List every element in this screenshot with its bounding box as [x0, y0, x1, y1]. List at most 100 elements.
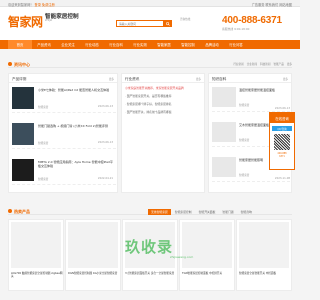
top-right-links[interactable]: 广告服务 联系我们 网站地图	[252, 2, 292, 7]
article-date: 2023-06-13	[97, 105, 113, 108]
list-item[interactable]: 小米家庭智能开关推荐，米家智能家居开关品牌	[125, 86, 184, 90]
nav-item[interactable]: 智能控制	[176, 40, 200, 49]
article-thumbnail[interactable]	[212, 122, 236, 142]
industry-more-link[interactable]: 更多	[196, 77, 201, 81]
article-title[interactable]: 智能门锁选购 + 视频门铃 (小米XX Fold 2)智能评测	[38, 124, 113, 128]
product-name[interactable]: 智能家居全屋智能开关 中控面板	[239, 272, 291, 275]
product-name[interactable]: TGN智能家居控制面板 中控屏开关	[182, 272, 234, 275]
hot-tab[interactable]: 无线智能家居	[148, 209, 171, 215]
product-image[interactable]	[68, 222, 118, 268]
product-name[interactable]: 3寸智能家居面板开关 多合一全屋智能家居	[125, 272, 177, 275]
hot-section-icon	[8, 209, 12, 213]
article-category: 智能家居	[38, 178, 49, 181]
hot-tabs: 无线智能家居 智能家居控制 智能开关面板 智能门锁 智能音响	[148, 209, 255, 215]
article-date: 2023-11-08	[274, 177, 290, 180]
site-logo[interactable]: 智家网	[8, 15, 48, 29]
article-thumbnail[interactable]	[12, 159, 34, 181]
welcome-text: 欢迎来到智家网！ 登录 免费注册	[8, 2, 55, 7]
nav-item[interactable]: 企业关注	[56, 40, 80, 49]
article-category: 智能家居	[38, 142, 49, 145]
login-link[interactable]: 登录	[35, 3, 41, 7]
welcome-label: 欢迎来到智家网！	[8, 2, 34, 7]
article-title[interactable]: 小米E七体验：智能AI/Pad C2 能否智能人机交互体验	[38, 88, 113, 92]
qq-consult-button[interactable]: QQ咨询	[272, 126, 292, 131]
list-item[interactable]: 小米E七体验：智能AI/Pad C2 能否智能人机交互体验 智能家居 2023-06…	[12, 85, 116, 113]
logo-tagline-sub: ZHIJIA	[45, 19, 53, 22]
list-item[interactable]: · 国产智能家居开关，是否有哪些推荐	[125, 94, 172, 98]
article-category: 智能家居	[239, 139, 250, 142]
hot-tab[interactable]: 智能音响	[238, 209, 255, 215]
list-item[interactable]: MMTA 2.0 智能应用指南：Ayla Home 智能中控iPad平板交互体验…	[12, 157, 116, 185]
list-item[interactable]: · 智能家居哪个牌子好，智能家居排名	[125, 102, 172, 106]
article-date: 2023-06-13	[274, 107, 290, 110]
news-section-link[interactable]: 科技新闻	[260, 62, 270, 66]
article-title[interactable]: 智能家居智能照明	[239, 158, 263, 162]
consult-title: 在线咨询	[270, 113, 294, 123]
product-image[interactable]	[239, 222, 289, 268]
hotline-number: 400-888-6371	[222, 15, 282, 26]
news-section-link[interactable]: 企业新闻	[247, 62, 257, 66]
news-section-head: 资讯中心 行业新闻 企业新闻 科技新闻 智能产品 更多	[8, 60, 292, 68]
site-header: 智家网 智能家居控制 ZHIJIA 咨询热线 400-888-6371 客服热线…	[0, 7, 300, 40]
hot-tab[interactable]: 智能门锁	[219, 209, 236, 215]
nav-item[interactable]: 产品资讯	[32, 40, 56, 49]
logo-text: 智家网	[8, 15, 43, 29]
search-input[interactable]	[117, 21, 161, 27]
register-link[interactable]: 免费注册	[42, 3, 55, 7]
article-title[interactable]: 温控智能家居智能温控面板	[239, 88, 275, 92]
top-bar: 欢迎来到智家网！ 登录 免费注册 广告服务 联系我们 网站地图	[0, 0, 300, 7]
search-box	[116, 20, 172, 27]
nav-item[interactable]: 首页	[8, 40, 32, 49]
review-column: 产品评测 更多 小米E七体验：智能AI/Pad C2 能否智能人机交互体验 智能家…	[8, 73, 118, 193]
nav-item[interactable]: 行业百科	[104, 40, 128, 49]
nav-item[interactable]: 行业实测	[128, 40, 152, 49]
product-name[interactable]: DGN智能家居控制器 4G小米全屋智能家居	[68, 272, 120, 275]
article-thumbnail[interactable]	[212, 157, 236, 177]
review-column-head: 产品评测 更多	[9, 74, 117, 83]
nav-item[interactable]: 品牌活动	[200, 40, 224, 49]
knowledge-column-head: 知识百科 更多	[209, 74, 291, 83]
watermark-sub: zhijiawang.com	[170, 255, 194, 259]
product-image[interactable]	[11, 222, 61, 268]
article-thumbnail[interactable]	[12, 87, 34, 109]
watermark-text: 玖收录	[125, 238, 174, 256]
news-section-links: 行业新闻 企业新闻 科技新闻 智能产品 更多	[233, 62, 292, 66]
consult-float-panel: 在线咨询 QQ咨询 400-888 6371	[269, 112, 295, 170]
knowledge-column-title: 知识百科	[212, 76, 227, 81]
hot-section-title: 热卖产品	[14, 208, 30, 214]
list-item[interactable]: · 国产智能开关，排名前十品牌有哪些	[125, 110, 172, 114]
article-thumbnail[interactable]	[212, 87, 236, 107]
product-name[interactable]: LKG700 触摸智能家居全屋控制器 zigbee网关	[11, 272, 63, 279]
nav-item[interactable]: 智能家居	[152, 40, 176, 49]
list-item[interactable]: 温控智能家居智能温控面板 智能家居 2023-06-13	[212, 85, 290, 112]
search-button[interactable]	[163, 20, 172, 27]
industry-column: 行业资讯 更多 小米家庭智能开关推荐，米家智能家居开关品牌 · 国产智能家居开关，…	[121, 73, 205, 193]
news-section-link[interactable]: 更多	[287, 62, 292, 66]
knowledge-more-link[interactable]: 更多	[283, 77, 288, 81]
hot-tab[interactable]: 智能开关面板	[196, 209, 219, 215]
hotline-hours: 客服热线 9:00-18:00	[222, 27, 250, 31]
news-section-icon	[8, 62, 12, 66]
product-card[interactable]: LKG700 触摸智能家居全屋控制器 zigbee网关	[8, 219, 64, 291]
nav-item[interactable]: 行业动态	[80, 40, 104, 49]
article-thumbnail[interactable]	[12, 123, 34, 145]
article-category: 智能家居	[38, 106, 49, 109]
industry-column-title: 行业资讯	[125, 76, 140, 81]
review-column-title: 产品评测	[12, 76, 27, 81]
nav-item[interactable]: 行业问答	[224, 40, 248, 49]
list-item[interactable]: 智能门锁选购 + 视频门铃 (小米XX Fold 2)智能评测 智能家居 2023-…	[12, 121, 116, 149]
search-icon	[165, 21, 170, 26]
main-nav: 首页 产品资讯 企业关注 行业动态 行业百科 行业实测 智能家居 智能控制 品牌活动 行业问答	[0, 40, 300, 49]
product-image[interactable]	[182, 222, 232, 268]
article-date: 2023-06-13	[97, 141, 113, 144]
news-section-link[interactable]: 行业新闻	[233, 62, 243, 66]
article-title[interactable]: 艾木智能家居温控面板	[239, 123, 269, 127]
product-card[interactable]: DGN智能家居控制器 4G小米全屋智能家居	[65, 219, 121, 291]
review-more-link[interactable]: 更多	[109, 77, 114, 81]
article-date: 2022-04-21	[97, 177, 113, 180]
hot-tab[interactable]: 智能家居控制	[172, 209, 195, 215]
article-category: 智能家居	[239, 174, 250, 177]
news-section-link[interactable]: 智能产品	[273, 62, 283, 66]
article-title[interactable]: MMTA 2.0 智能应用指南：Ayla Home 智能中控iPad平板交互体验	[38, 160, 113, 168]
product-card[interactable]: 智能家居全屋智能开关 中控面板	[236, 219, 292, 291]
